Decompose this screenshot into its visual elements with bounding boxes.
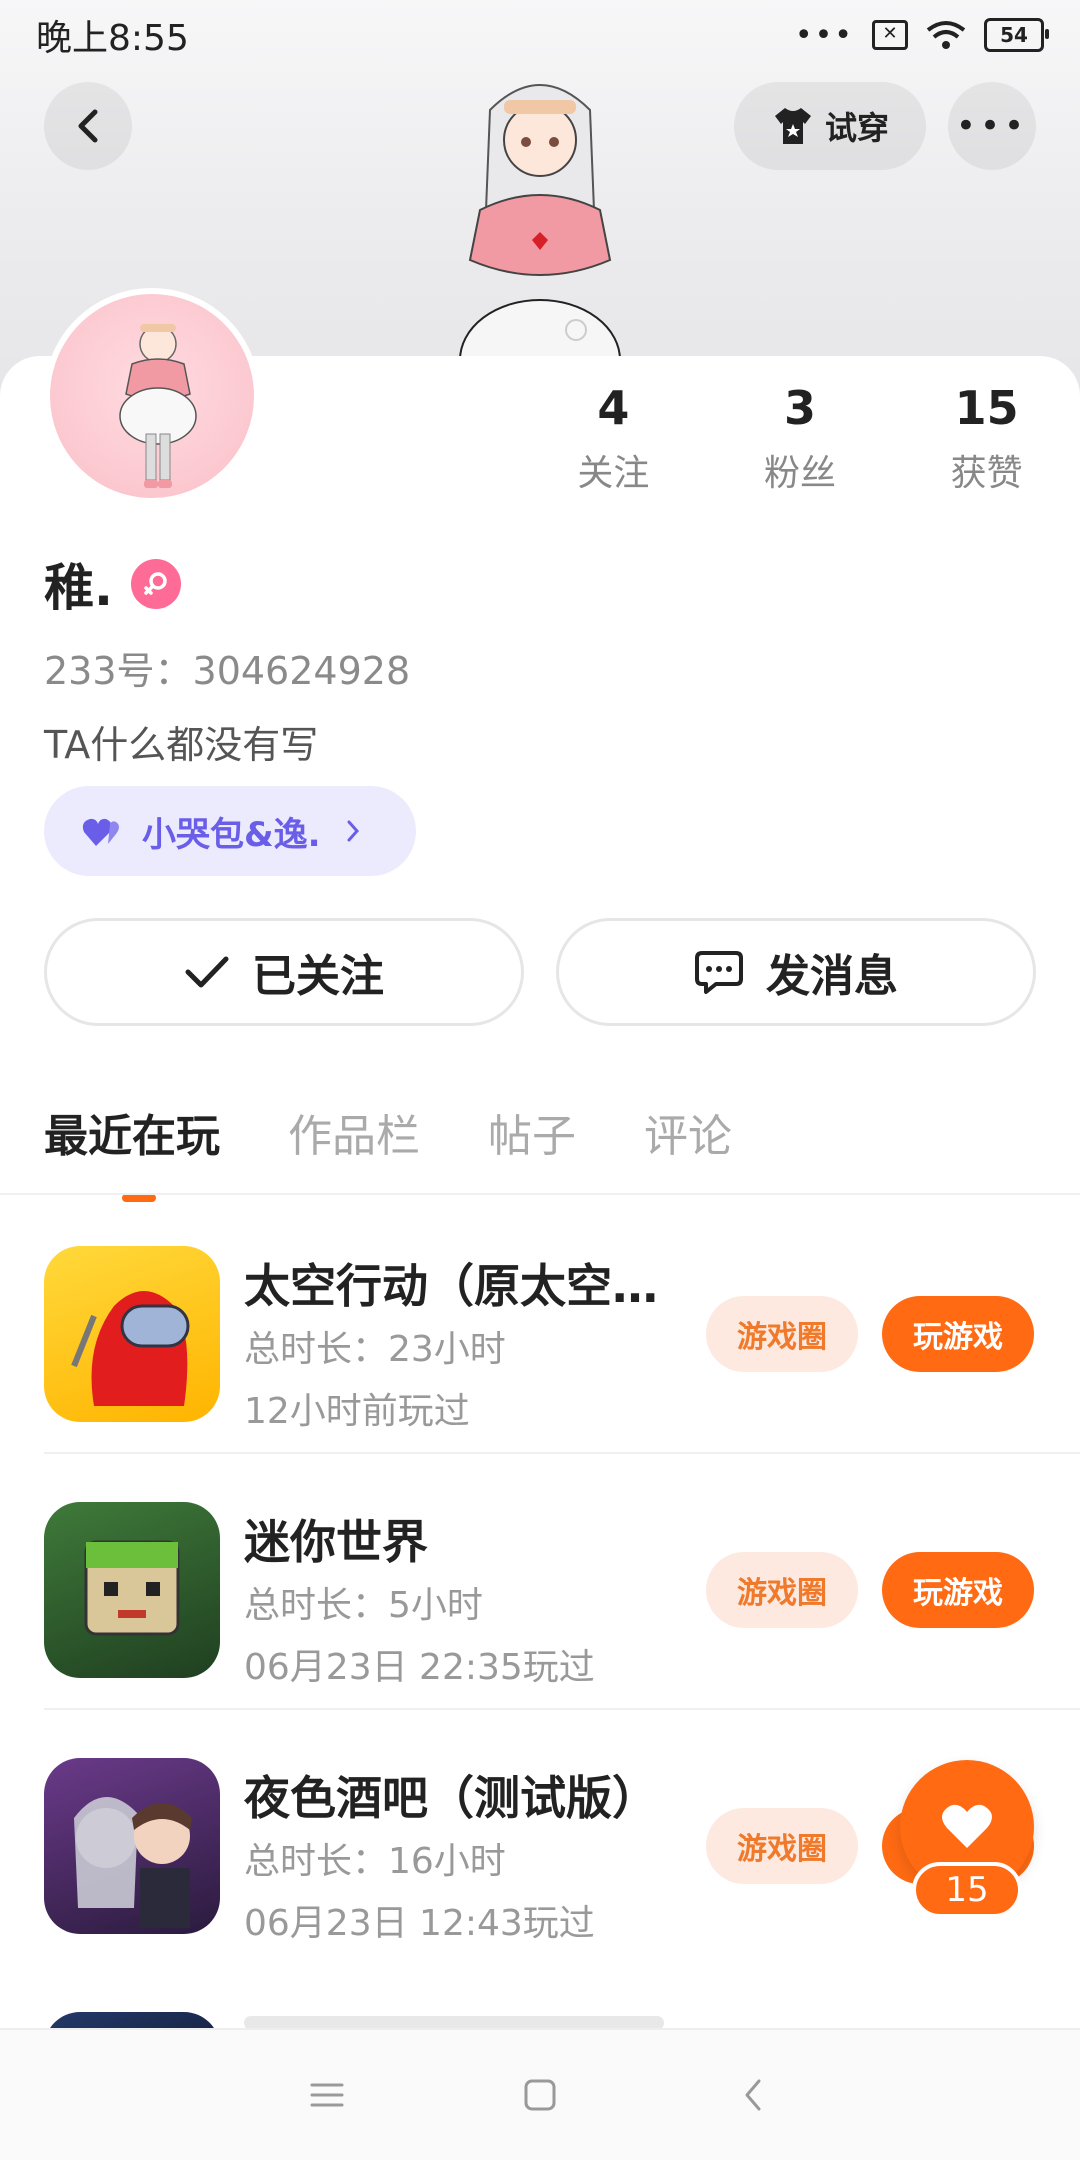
profile-stats: 4 关注 3 粉丝 15 获赞 (520, 378, 1080, 496)
game-icon-partial (44, 2012, 220, 2028)
send-message-button[interactable]: 发消息 (556, 918, 1036, 1026)
game-title: 迷你世界 (244, 1515, 428, 1569)
message-bubble-icon (695, 951, 743, 994)
game-row[interactable]: 迷你世界 总时长：5小时 06月23日 22:35玩过 游戏圈 玩游戏 (0, 1452, 1080, 1708)
send-message-label: 发消息 (766, 951, 898, 1002)
game-title: 太空行动（原太空… (244, 1259, 658, 1313)
game-duration: 总时长：5小时 (244, 1585, 483, 1626)
menu-nav-button[interactable] (297, 2065, 357, 2125)
system-navigation-bar (0, 2028, 1080, 2160)
tab-comments[interactable]: 评论 (644, 1100, 732, 1164)
stat-label: 粉丝 (764, 453, 837, 494)
like-count-badge: 15 (912, 1862, 1022, 1918)
game-last-played: 12小时前玩过 (244, 1391, 470, 1432)
stat-value: 4 (597, 381, 630, 435)
female-gender-icon (131, 559, 181, 609)
tab-label: 作品栏 (288, 1111, 420, 1162)
stat-value: 15 (954, 381, 1019, 435)
tab-posts[interactable]: 帖子 (488, 1100, 576, 1164)
stat-value: 3 (784, 381, 817, 435)
status-icons: ••• ✕ 54 (794, 17, 1049, 53)
game-icon-mini-world (44, 1502, 220, 1678)
battery-level: 54 (1000, 23, 1028, 47)
stat-likes[interactable]: 15 获赞 (893, 378, 1080, 496)
tshirt-icon (774, 108, 811, 144)
profile-tabs: 最近在玩 作品栏 帖子 评论 (44, 1100, 732, 1202)
battery-icon: 54 (984, 18, 1049, 52)
followed-label: 已关注 (252, 951, 384, 1002)
back-button[interactable] (44, 82, 132, 170)
stat-followers[interactable]: 3 粉丝 (707, 378, 894, 496)
stat-label: 关注 (577, 453, 650, 494)
game-last-played: 06月23日 22:35玩过 (244, 1647, 595, 1688)
user-bio: TA什么都没有写 (44, 723, 319, 767)
back-nav-button[interactable] (723, 2065, 783, 2125)
stat-following[interactable]: 4 关注 (520, 378, 707, 496)
play-game-button[interactable]: 玩游戏 (882, 1296, 1034, 1372)
game-row[interactable]: 太空行动（原太空… 总时长：23小时 12小时前玩过 游戏圈 玩游戏 (0, 1196, 1080, 1452)
more-dots-icon: ••• (794, 17, 854, 53)
play-game-button[interactable]: 玩游戏 (882, 1552, 1034, 1628)
status-time: 晚上8:55 (36, 18, 189, 59)
more-icon: ••• (955, 106, 1029, 146)
profile-actions: 已关注 发消息 (44, 918, 1036, 1026)
chevron-right-icon (347, 820, 359, 842)
game-duration: 总时长：23小时 (244, 1329, 506, 1370)
checkmark-icon (185, 956, 229, 988)
tab-label: 评论 (644, 1111, 732, 1162)
game-icon-night-bar (44, 1758, 220, 1934)
more-button[interactable]: ••• (948, 82, 1036, 170)
avatar-character-image (459, 84, 621, 400)
tab-works[interactable]: 作品栏 (288, 1100, 420, 1164)
tab-label: 最近在玩 (44, 1111, 220, 1162)
game-duration: 总时长：16小时 (244, 1841, 506, 1882)
game-last-played: 06月23日 12:43玩过 (244, 1903, 595, 1944)
game-title: 夜色酒吧（测试版） (244, 1771, 658, 1825)
chevron-left-icon (78, 109, 98, 143)
partial-game-row (0, 1966, 1080, 2028)
divider (0, 1193, 1080, 1195)
status-bar: 晚上8:55 ••• ✕ 54 (0, 0, 1080, 70)
sim-off-icon: ✕ (872, 20, 908, 50)
wifi-icon (926, 21, 966, 49)
home-square-icon (524, 2079, 556, 2111)
username: 稚. (44, 559, 113, 617)
couple-tag-label: 小哭包&逸. (142, 814, 321, 855)
followed-button[interactable]: 已关注 (44, 918, 524, 1026)
tab-recently-played[interactable]: 最近在玩 (44, 1100, 220, 1202)
game-circle-button[interactable]: 游戏圈 (706, 1552, 858, 1628)
game-circle-button[interactable]: 游戏圈 (706, 1808, 858, 1884)
username-row: 稚. (44, 548, 181, 620)
game-circle-button[interactable]: 游戏圈 (706, 1296, 858, 1372)
partial-title-placeholder (244, 2016, 664, 2028)
menu-icon (310, 2083, 344, 2107)
avatar[interactable] (44, 288, 260, 504)
couple-tag-chip[interactable]: 小哭包&逸. (44, 786, 416, 876)
game-icon-space-action (44, 1246, 220, 1422)
stat-label: 获赞 (950, 453, 1023, 494)
try-on-button[interactable]: 试穿 (734, 82, 926, 170)
try-on-label: 试穿 (824, 109, 889, 147)
home-nav-button[interactable] (510, 2065, 570, 2125)
heart-icon (942, 1804, 992, 1848)
user-id: 233号：304624928 (44, 649, 411, 693)
tab-label: 帖子 (488, 1111, 576, 1162)
double-heart-icon (82, 818, 119, 846)
back-chevron-icon (745, 2079, 761, 2111)
